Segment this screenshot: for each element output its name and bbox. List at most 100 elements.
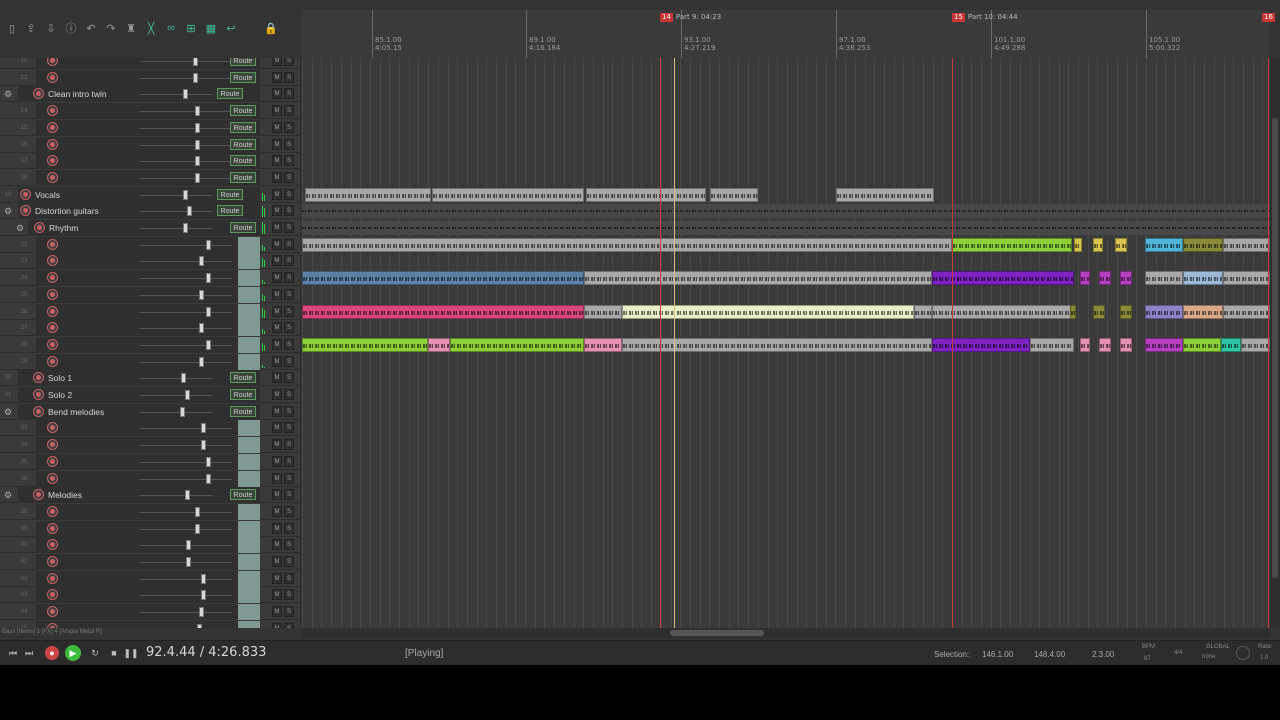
mute-button[interactable]: M: [272, 71, 282, 83]
rate-knob-icon[interactable]: [1236, 646, 1250, 660]
global-value[interactable]: none: [1202, 654, 1215, 660]
mute-button[interactable]: M: [272, 489, 282, 501]
track-name[interactable]: Vocals: [35, 187, 60, 203]
route-button[interactable]: Route: [230, 372, 256, 384]
volume-fader[interactable]: [195, 156, 201, 167]
media-item[interactable]: [1241, 337, 1270, 352]
media-item[interactable]: [1183, 237, 1223, 252]
record-arm-button[interactable]: [47, 338, 58, 350]
media-item[interactable]: [1223, 237, 1270, 252]
media-item[interactable]: [1120, 304, 1132, 319]
media-item[interactable]: [302, 304, 584, 319]
media-item[interactable]: [1099, 271, 1111, 286]
record-arm-button[interactable]: [33, 405, 44, 417]
solo-button[interactable]: S: [284, 622, 294, 628]
mute-button[interactable]: M: [272, 572, 282, 584]
media-item[interactable]: [1070, 304, 1076, 319]
track-row[interactable]: ⚙ Distortion guitars Route M S: [0, 203, 300, 220]
pause-button[interactable]: ❚❚: [123, 646, 138, 660]
route-button[interactable]: Route: [230, 155, 256, 167]
record-arm-button[interactable]: [47, 171, 58, 183]
track-row[interactable]: 31 Solo 2 Route M S: [0, 387, 300, 403]
route-button[interactable]: Route: [230, 389, 256, 400]
volume-fader[interactable]: [179, 406, 185, 417]
solo-button[interactable]: S: [284, 489, 294, 501]
media-item[interactable]: [952, 237, 1072, 252]
solo-button[interactable]: S: [284, 188, 294, 200]
mute-button[interactable]: M: [272, 389, 282, 400]
track-row[interactable]: 27 M S: [0, 320, 300, 337]
selection-length[interactable]: 2.3.00: [1092, 650, 1114, 659]
volume-fader[interactable]: [195, 172, 201, 183]
track-name[interactable]: Melodies: [48, 487, 82, 503]
volume-fader[interactable]: [198, 356, 204, 367]
track-name[interactable]: Rhythm: [49, 220, 78, 236]
route-button[interactable]: Route: [230, 489, 256, 501]
solo-button[interactable]: S: [284, 88, 294, 100]
track-row[interactable]: ⚙ Rhythm Route M S: [0, 220, 300, 236]
solo-button[interactable]: S: [284, 405, 294, 417]
loop-icon[interactable]: ↩: [224, 20, 238, 36]
play-button[interactable]: ▶: [65, 645, 81, 661]
new-project-icon[interactable]: ▯: [5, 20, 19, 36]
volume-fader[interactable]: [184, 490, 190, 501]
solo-button[interactable]: S: [284, 455, 294, 467]
mute-button[interactable]: M: [272, 372, 282, 384]
track-row[interactable]: 25 M S: [0, 286, 300, 303]
route-button[interactable]: Route: [230, 405, 256, 417]
solo-button[interactable]: S: [284, 522, 294, 534]
volume-fader[interactable]: [200, 573, 206, 584]
volume-fader[interactable]: [195, 139, 201, 150]
solo-button[interactable]: S: [284, 472, 294, 484]
solo-button[interactable]: S: [284, 222, 294, 233]
solo-button[interactable]: S: [284, 439, 294, 451]
solo-button[interactable]: S: [284, 105, 294, 117]
mute-button[interactable]: M: [272, 272, 282, 284]
track-row[interactable]: 29 M S: [0, 353, 300, 370]
media-item[interactable]: [432, 187, 584, 202]
volume-fader[interactable]: [186, 540, 191, 551]
media-item[interactable]: [1221, 337, 1241, 352]
mute-button[interactable]: M: [272, 121, 282, 133]
volume-fader[interactable]: [195, 106, 201, 117]
route-button[interactable]: Route: [230, 171, 256, 183]
record-arm-button[interactable]: [47, 138, 58, 150]
folder-collapse-icon[interactable]: ⚙: [3, 205, 13, 217]
volume-fader[interactable]: [195, 122, 201, 133]
solo-button[interactable]: S: [284, 305, 294, 317]
lock-grouping-icon[interactable]: ⊞: [184, 20, 198, 36]
media-item[interactable]: [302, 237, 952, 252]
track-row[interactable]: 33 M S: [0, 420, 300, 437]
media-item[interactable]: [1080, 337, 1090, 352]
solo-button[interactable]: S: [284, 138, 294, 150]
media-item[interactable]: [1093, 237, 1103, 252]
volume-fader[interactable]: [184, 390, 190, 400]
media-item[interactable]: [914, 304, 932, 319]
solo-button[interactable]: S: [284, 205, 294, 217]
volume-fader[interactable]: [198, 323, 204, 334]
play-cursor[interactable]: [674, 58, 675, 628]
solo-button[interactable]: S: [284, 539, 294, 551]
media-item[interactable]: [302, 221, 1270, 235]
mute-button[interactable]: M: [272, 355, 282, 367]
record-arm-button[interactable]: [34, 222, 45, 233]
volume-fader[interactable]: [198, 256, 204, 267]
mute-button[interactable]: M: [272, 222, 282, 233]
media-item[interactable]: [1183, 337, 1221, 352]
volume-fader[interactable]: [197, 623, 203, 628]
track-row[interactable]: ⚙ Melodies Route M S: [0, 487, 300, 504]
media-item[interactable]: [450, 337, 584, 352]
media-item[interactable]: [584, 337, 622, 352]
media-item[interactable]: [1223, 271, 1270, 286]
volume-fader[interactable]: [193, 58, 199, 66]
media-item[interactable]: [622, 304, 914, 319]
lock-icon[interactable]: 🔒: [264, 20, 278, 36]
solo-button[interactable]: S: [284, 288, 294, 300]
solo-button[interactable]: S: [284, 422, 294, 434]
selection-end[interactable]: 148.4.00: [1034, 650, 1065, 659]
media-item[interactable]: [1099, 337, 1111, 352]
track-row[interactable]: 14 Route M S: [0, 103, 300, 120]
mute-button[interactable]: M: [272, 522, 282, 534]
mute-button[interactable]: M: [272, 405, 282, 417]
record-arm-button[interactable]: [47, 288, 58, 300]
